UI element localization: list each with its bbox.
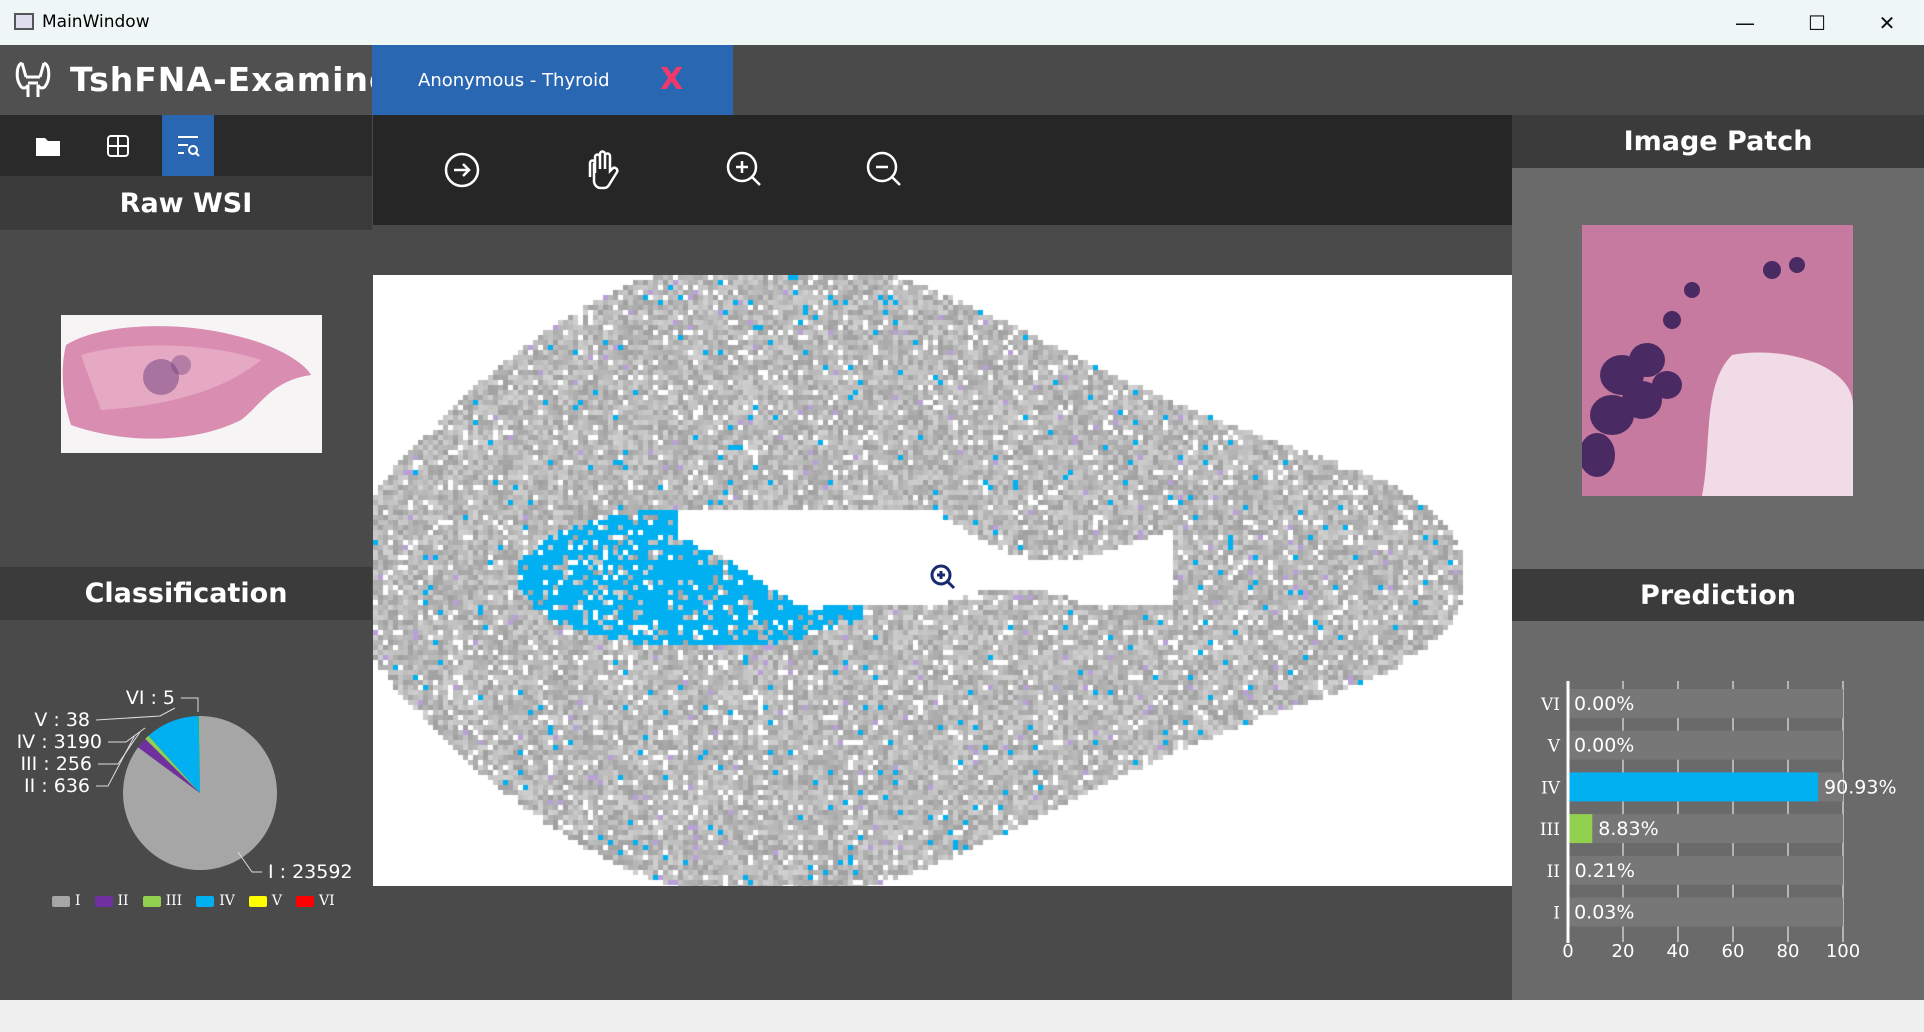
legend-item-V: V bbox=[248, 893, 282, 909]
y-category-label: II bbox=[1547, 862, 1560, 882]
legend-swatch bbox=[248, 895, 267, 907]
legend-swatch bbox=[295, 895, 314, 907]
wsi-heatmap-viewer[interactable] bbox=[373, 275, 1512, 886]
close-window-button[interactable]: ✕ bbox=[1852, 0, 1922, 45]
pie-legend: I II III IV V VI bbox=[52, 893, 335, 909]
app-name: TshFNA-Examiner bbox=[70, 60, 410, 99]
classification-pie-chart: I : 23592 II : 636III : 256IV : 3190V : 3… bbox=[17, 687, 353, 883]
maximize-button[interactable]: ☐ bbox=[1782, 0, 1852, 45]
zoom-out-button[interactable] bbox=[858, 143, 912, 197]
legend-item-IV: IV bbox=[196, 893, 235, 909]
bar-value-label: 0.00% bbox=[1574, 693, 1634, 715]
pie-label: II : 636 bbox=[24, 775, 90, 797]
image-patch-header: Image Patch bbox=[1512, 115, 1924, 168]
thyroid-logo-icon bbox=[15, 61, 51, 97]
legend-label: I bbox=[75, 893, 81, 909]
zoom-in-icon bbox=[726, 151, 761, 186]
pie-label: VI : 5 bbox=[126, 687, 175, 709]
pie-leader-line bbox=[95, 707, 176, 721]
pan-button[interactable] bbox=[576, 143, 630, 197]
legend-label: VI bbox=[318, 893, 335, 909]
legend-item-II: II bbox=[94, 893, 129, 909]
pie-label: V : 38 bbox=[34, 709, 90, 731]
zoom-in-button[interactable] bbox=[718, 143, 772, 197]
hand-icon bbox=[588, 150, 619, 190]
image-patch-picture bbox=[1582, 225, 1853, 496]
legend-label: IV bbox=[219, 893, 235, 909]
tab-label: Anonymous - Thyroid bbox=[418, 70, 610, 91]
y-category-label: I bbox=[1553, 904, 1560, 924]
x-tick-label: 80 bbox=[1777, 941, 1800, 962]
open-folder-button[interactable] bbox=[22, 115, 74, 176]
y-category-label: III bbox=[1540, 820, 1560, 840]
app-icon bbox=[14, 13, 34, 30]
x-tick-label: 100 bbox=[1826, 941, 1860, 962]
prediction-bar-chart: 0 20 40 60 80 100VI 0.00%V 0.00%IV 90.93%III 8.83… bbox=[1540, 681, 1897, 962]
pie-label: I : 23592 bbox=[268, 861, 353, 883]
bar-III bbox=[1568, 814, 1593, 844]
pie-label: IV : 3190 bbox=[17, 731, 102, 753]
image-patch bbox=[1582, 225, 1853, 496]
status-bar bbox=[0, 1000, 1924, 1032]
legend-item-VI: VI bbox=[295, 893, 335, 909]
bar-value-label: 90.93% bbox=[1824, 776, 1896, 798]
legend-swatch bbox=[142, 895, 161, 907]
bar-value-label: 8.83% bbox=[1598, 818, 1658, 840]
legend-swatch bbox=[94, 895, 113, 907]
raw-wsi-header: Raw WSI bbox=[0, 176, 372, 230]
folder-open-icon bbox=[36, 137, 60, 156]
prediction-header: Prediction bbox=[1512, 569, 1924, 621]
navigate-button[interactable] bbox=[435, 143, 489, 197]
y-category-label: V bbox=[1547, 737, 1561, 757]
zoom-cursor-icon bbox=[930, 564, 956, 590]
viewer-toolbar bbox=[373, 115, 1512, 225]
bar-value-label: 0.21% bbox=[1575, 860, 1635, 882]
x-tick-label: 0 bbox=[1562, 941, 1573, 962]
tab-anonymous-thyroid[interactable]: Anonymous - Thyroid X bbox=[372, 45, 733, 115]
classification-header: Classification bbox=[0, 567, 372, 620]
legend-swatch bbox=[196, 895, 215, 907]
bar-value-label: 0.03% bbox=[1574, 902, 1634, 924]
raw-wsi-thumbnail[interactable] bbox=[61, 315, 322, 453]
x-tick-label: 40 bbox=[1667, 941, 1690, 962]
minimize-button[interactable]: — bbox=[1710, 0, 1780, 45]
list-search-icon bbox=[178, 135, 200, 157]
x-tick-label: 60 bbox=[1722, 941, 1745, 962]
grid-icon bbox=[107, 134, 129, 157]
bar-value-label: 0.00% bbox=[1574, 735, 1634, 757]
legend-swatch bbox=[52, 895, 70, 907]
y-category-label: VI bbox=[1540, 695, 1560, 715]
arrow-right-circle-icon bbox=[444, 152, 480, 188]
zoom-out-icon bbox=[866, 151, 901, 186]
x-tick-label: 20 bbox=[1612, 941, 1635, 962]
legend-label: III bbox=[165, 893, 183, 909]
legend-item-I: I bbox=[52, 893, 81, 909]
pie-label: III : 256 bbox=[20, 753, 92, 775]
legend-item-III: III bbox=[142, 893, 183, 909]
left-toolbar bbox=[0, 115, 372, 176]
title-bar: MainWindow — ☐ ✕ bbox=[0, 0, 1924, 45]
pie-leader-line bbox=[108, 727, 146, 743]
list-search-button[interactable] bbox=[162, 115, 214, 176]
pie-leader-line bbox=[181, 697, 199, 712]
wsi-thumbnail-image bbox=[62, 326, 311, 439]
bar-IV bbox=[1568, 772, 1819, 802]
window-title: MainWindow bbox=[42, 12, 150, 32]
legend-label: V bbox=[271, 893, 282, 909]
legend-label: II bbox=[117, 893, 129, 909]
y-category-label: IV bbox=[1541, 778, 1561, 798]
tab-close-icon[interactable]: X bbox=[660, 62, 683, 97]
grid-view-button[interactable] bbox=[92, 115, 144, 176]
